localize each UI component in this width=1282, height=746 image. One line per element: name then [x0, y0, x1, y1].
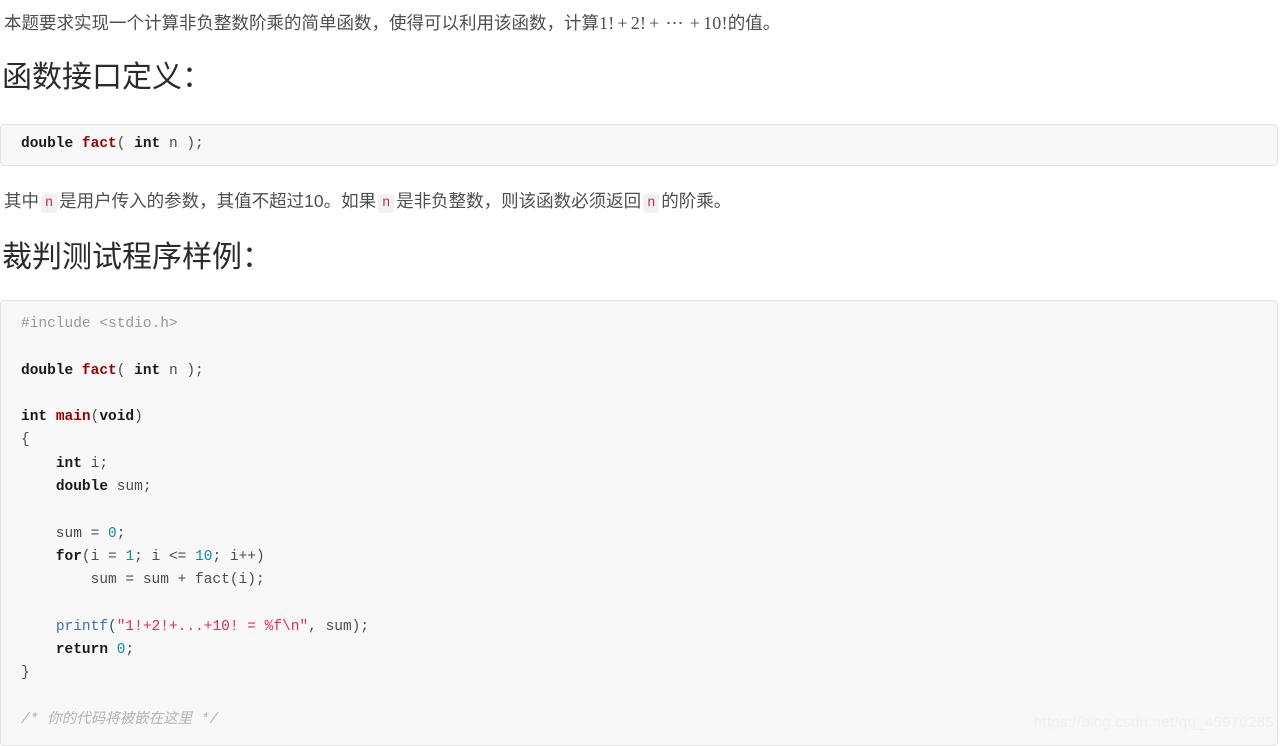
code-token-plain: (i =: [81, 548, 126, 565]
code-line: double sum;: [21, 479, 152, 495]
code-token-plain: ;: [125, 642, 135, 659]
code-line: }: [21, 665, 30, 681]
code-token-num: 0: [108, 525, 117, 542]
code-token-plain: ; i++): [212, 548, 265, 565]
code-token-plain: sum = sum + fact(i);: [21, 572, 265, 589]
code-token-pre: #include <stdio.h>: [21, 316, 178, 332]
parameter-paragraph: 其中 n 是用户传入的参数，其值不超过10。如果 n 是非负整数，则该函数必须返回 n 的阶…: [0, 186, 735, 219]
code-token-kw: int: [21, 409, 48, 426]
math-plus-3: +: [689, 13, 701, 33]
math-expression: 1! +2! + ⋯ +10!: [599, 13, 728, 33]
inline-code-n-3: n: [643, 194, 660, 213]
inline-code-n-2: n: [378, 194, 395, 213]
code-token-fn-def: main: [55, 409, 91, 426]
heading-judge-sample: 裁判测试程序样例：: [2, 241, 272, 274]
code-token-plain: sum =: [21, 525, 109, 542]
math-term-3: 10!: [703, 13, 728, 33]
code-line: #include <stdio.h>: [21, 316, 178, 332]
code-token-kw: for: [55, 548, 82, 565]
intro-paragraph: 本题要求实现一个计算非负整数阶乘的简单函数，使得可以利用该函数，计算1! +2! +…: [0, 8, 784, 38]
code-token-num: 10: [195, 548, 213, 565]
code-token-plain: sum;: [108, 479, 152, 496]
param-text-4: 的阶乘。: [661, 191, 732, 211]
code-token-kw: double: [55, 479, 109, 496]
code-line: int main(void): [21, 409, 143, 425]
code-line: int i;: [21, 456, 108, 472]
code-line: {: [21, 432, 30, 448]
code-token-kw: double: [21, 362, 74, 379]
code-token-kw: void: [99, 409, 135, 426]
code-line: return 0;: [21, 642, 134, 658]
code-token-plain: {: [21, 432, 30, 449]
code-token-num: 1: [125, 548, 135, 565]
code-token-plain: }: [21, 665, 30, 682]
document-page: 本题要求实现一个计算非负整数阶乘的简单函数，使得可以利用该函数，计算1! +2! +…: [0, 0, 1282, 746]
code-token-fn-def: fact: [81, 136, 117, 152]
code-line: /* 你的代码将被嵌在这里 */: [21, 712, 218, 728]
code-token-plain: n );: [160, 136, 204, 152]
code-line: sum = 0;: [21, 525, 126, 542]
code-token-plain: , sum);: [308, 618, 370, 635]
param-text-2: 是用户传入的参数，其值不超过10。如果: [59, 191, 377, 211]
intro-text-before: 本题要求实现一个计算非负整数阶乘的简单函数，使得可以利用该函数，计算: [4, 13, 599, 33]
watermark: https://blog.csdn.net/qq_45970285: [1033, 714, 1274, 731]
code-token-kw: double: [21, 136, 74, 152]
code-token-plain: (: [116, 362, 135, 379]
code-token-plain: ; i <=: [134, 548, 196, 565]
code-token-plain: (: [116, 136, 135, 152]
code-token-kw: int: [55, 455, 82, 472]
code-token-comment: /* 你的代码将被嵌在这里 */: [21, 712, 219, 729]
code-block-signature: double fact( int n );: [0, 124, 1278, 166]
code-sample-text: #include <stdio.h> double fact( int n );…: [21, 313, 1257, 732]
param-text-1: 其中: [4, 191, 39, 211]
inline-code-n-1: n: [41, 194, 58, 213]
math-plus-1: +: [617, 13, 628, 33]
code-line: double fact( int n );: [21, 363, 204, 379]
code-block-sample-program: #include <stdio.h> double fact( int n );…: [0, 300, 1278, 746]
code-token-kw: return: [55, 642, 109, 659]
code-token-str: "1!+2!+...+10! = %f\n": [116, 618, 309, 635]
math-term-2: 2!: [630, 13, 647, 33]
code-line: sum = sum + fact(i);: [21, 572, 265, 588]
code-line: printf("1!+2!+...+10! = %f\n", sum);: [21, 619, 369, 635]
param-text-3: 是非负整数，则该函数必须返回: [396, 191, 642, 211]
code-token-fn-def: fact: [81, 362, 117, 379]
code-token-kw: int: [134, 362, 161, 379]
code-token-kw: int: [134, 136, 161, 152]
intro-text-after: 的值。: [727, 13, 781, 33]
code-token-plain: (: [108, 618, 117, 635]
code-token-plain: i;: [81, 455, 109, 472]
code-token-plain: ;: [116, 525, 126, 542]
math-ellipsis: ⋯: [665, 13, 684, 33]
math-plus-2: +: [649, 13, 660, 33]
code-token-fn: printf: [55, 618, 109, 635]
code-line: for(i = 1; i <= 10; i++): [21, 549, 265, 565]
code-token-plain: ): [134, 409, 143, 426]
code-signature-text: double fact( int n );: [21, 134, 1257, 154]
code-token-plain: n );: [160, 362, 204, 379]
math-term-1: 1!: [599, 13, 615, 33]
heading-function-interface: 函数接口定义：: [2, 61, 212, 94]
